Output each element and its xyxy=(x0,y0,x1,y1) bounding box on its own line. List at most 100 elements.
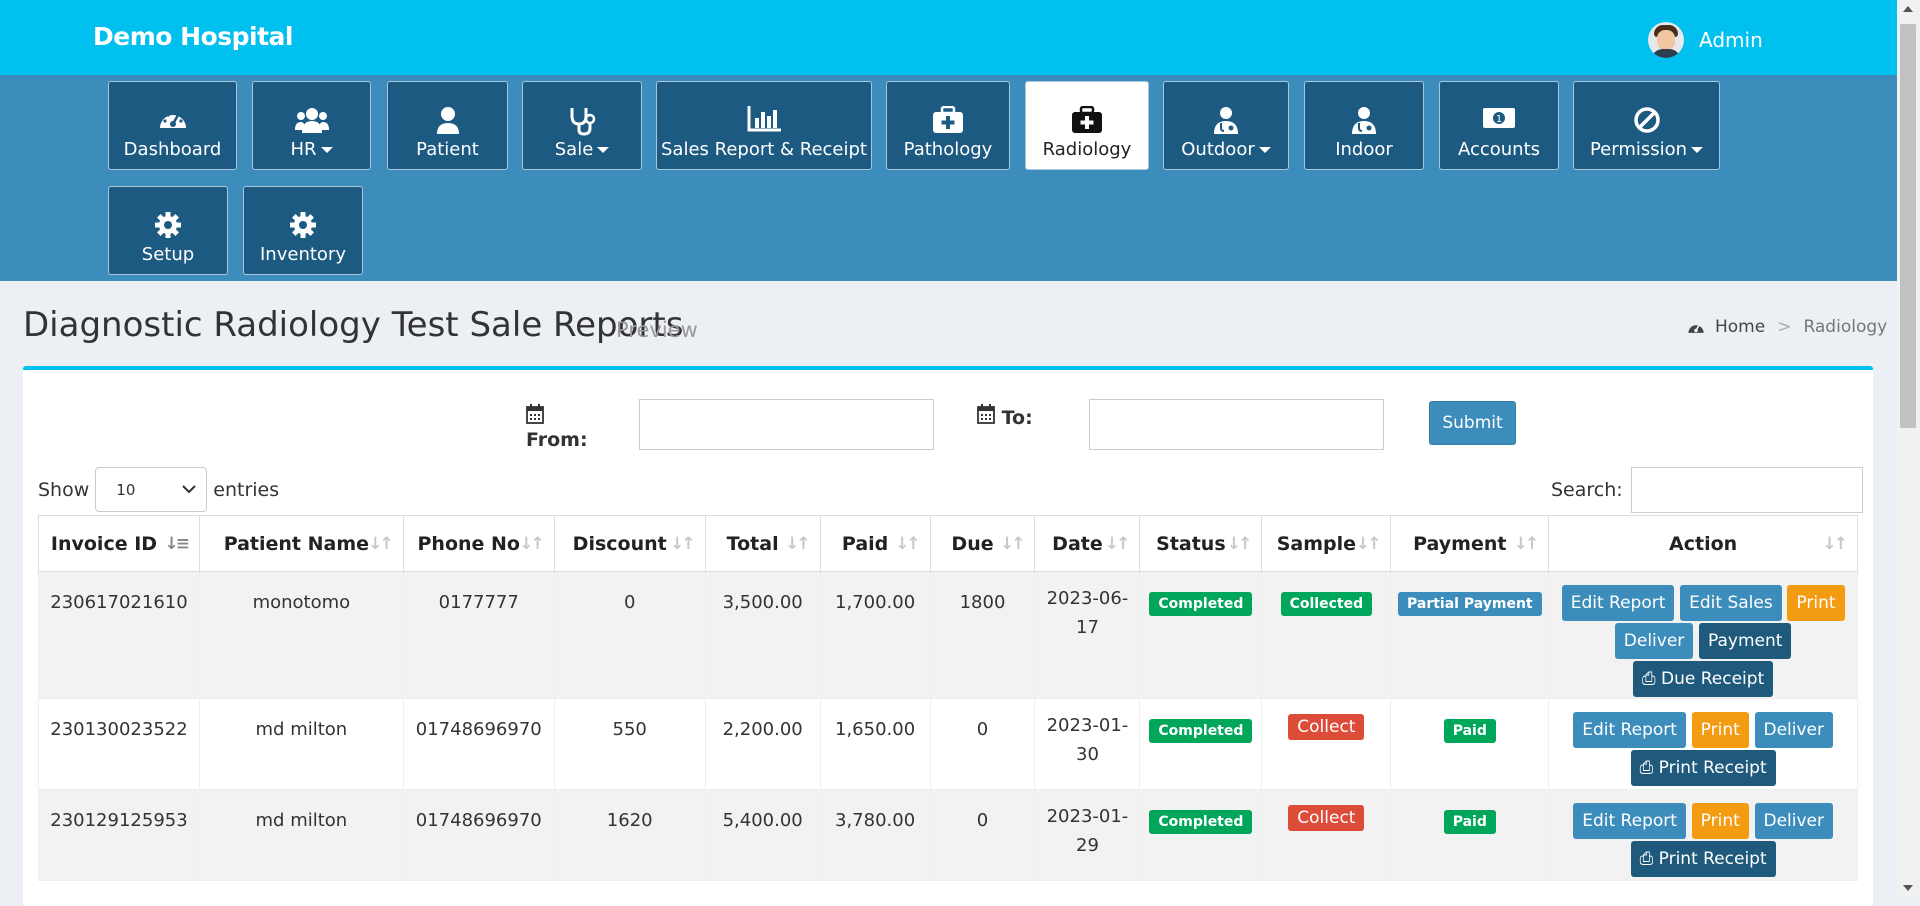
top-header: Demo Hospital Admin xyxy=(0,0,1897,75)
nav-indoor[interactable]: Indoor xyxy=(1304,81,1424,170)
nav-sales-report[interactable]: Sales Report & Receipt xyxy=(656,81,872,170)
col-date[interactable]: Date ↓↑ xyxy=(1034,515,1141,572)
nav-setup[interactable]: Setup xyxy=(108,186,228,275)
edit-sales-button[interactable]: Edit Sales xyxy=(1680,585,1782,621)
gear-icon xyxy=(109,211,227,239)
brand-logo[interactable]: Demo Hospital xyxy=(93,22,293,51)
chevron-down-icon xyxy=(320,147,333,153)
payment-badge: Partial Payment xyxy=(1397,592,1542,616)
scrollbar-thumb[interactable] xyxy=(1900,24,1916,428)
nav-permission[interactable]: Permission xyxy=(1573,81,1720,170)
main-nav: Dashboard HR Patient Sale Sales Report &… xyxy=(0,75,1897,281)
print-icon: ⎙ xyxy=(1642,669,1662,689)
nav-dashboard[interactable]: Dashboard xyxy=(108,81,237,170)
sort-icon: ↓↑ xyxy=(1822,534,1848,554)
col-total[interactable]: Total ↓↑ xyxy=(704,515,821,572)
nav-sale[interactable]: Sale xyxy=(522,81,642,170)
medkit-icon xyxy=(1026,106,1148,134)
to-label: To: xyxy=(977,404,1033,429)
sort-icon: ↓↑ xyxy=(785,534,810,554)
table-header-row: Invoice ID ↓≡ Patient Name ↓↑ Phone No ↓↑ D… xyxy=(38,515,1858,572)
print-button[interactable]: Print xyxy=(1691,712,1749,748)
to-date-input[interactable] xyxy=(1089,399,1384,450)
sort-icon: ↓↑ xyxy=(999,534,1025,554)
deliver-button[interactable]: Deliver xyxy=(1614,623,1694,659)
doctor-icon xyxy=(1164,106,1288,134)
print-receipt-button[interactable]: ⎙ Print Receipt xyxy=(1630,841,1776,877)
dashboard-icon xyxy=(1688,324,1704,333)
print-button[interactable]: Print xyxy=(1787,585,1845,621)
entries-control: Show 10 entries xyxy=(38,467,279,512)
col-payment[interactable]: Payment ↓↑ xyxy=(1390,515,1550,572)
scroll-up-icon[interactable] xyxy=(1903,6,1913,12)
col-due[interactable]: Due ↓↑ xyxy=(929,515,1036,572)
nav-inventory[interactable]: Inventory xyxy=(243,186,363,275)
nav-accounts[interactable]: 1 Accounts xyxy=(1439,81,1559,170)
sort-icon: ↓↑ xyxy=(895,534,920,554)
content-area: Diagnostic Radiology Test Sale Reports P… xyxy=(0,281,1897,906)
deliver-button[interactable]: Deliver xyxy=(1754,712,1834,748)
sort-icon: ↓↑ xyxy=(519,534,544,554)
sort-icon: ↓↑ xyxy=(1226,534,1252,554)
from-date-input[interactable] xyxy=(639,399,934,450)
sort-icon: ↓↑ xyxy=(1355,534,1381,554)
nav-outdoor[interactable]: Outdoor xyxy=(1163,81,1289,170)
col-discount[interactable]: Discount ↓↑ xyxy=(553,515,706,572)
sort-asc-icon: ↓≡ xyxy=(164,534,189,554)
payment-badge: Paid xyxy=(1443,810,1496,834)
sort-icon: ↓↑ xyxy=(1104,534,1130,554)
deliver-button[interactable]: Deliver xyxy=(1754,803,1834,839)
table-row: 230129125953 md milton 01748696970 1620 … xyxy=(38,789,1858,881)
svg-text:1: 1 xyxy=(1496,114,1502,125)
nav-radiology[interactable]: Radiology xyxy=(1025,81,1149,170)
due-receipt-button[interactable]: ⎙ Due Receipt xyxy=(1633,661,1774,697)
collect-button[interactable]: Collect xyxy=(1288,714,1365,740)
col-action[interactable]: Action ↓↑ xyxy=(1548,515,1858,572)
edit-report-button[interactable]: Edit Report xyxy=(1573,803,1686,839)
search-input[interactable] xyxy=(1630,467,1863,513)
chevron-down-icon xyxy=(1258,147,1271,153)
from-label: From: xyxy=(526,404,588,451)
edit-report-button[interactable]: Edit Report xyxy=(1561,585,1675,621)
chevron-down-icon xyxy=(1691,147,1704,153)
payment-button[interactable]: Payment xyxy=(1699,623,1792,659)
calendar-icon xyxy=(526,404,544,424)
user-icon xyxy=(388,106,507,134)
col-paid[interactable]: Paid ↓↑ xyxy=(819,515,931,572)
print-button[interactable]: Print xyxy=(1691,803,1749,839)
nav-hr[interactable]: HR xyxy=(252,81,371,170)
sample-badge: Collected xyxy=(1280,592,1373,616)
sort-icon: ↓↑ xyxy=(670,534,695,554)
nav-patient[interactable]: Patient xyxy=(387,81,508,170)
table-row: 230130023522 md milton 01748696970 550 2… xyxy=(38,698,1858,790)
page-subtitle: Preview xyxy=(616,318,698,342)
user-menu[interactable]: Admin xyxy=(1648,22,1763,58)
breadcrumb-home[interactable]: Home xyxy=(1715,317,1765,337)
col-invoice-id[interactable]: Invoice ID ↓≡ xyxy=(38,515,200,572)
page-scrollbar[interactable] xyxy=(1897,0,1920,897)
nav-pathology[interactable]: Pathology xyxy=(886,81,1010,170)
sort-icon: ↓↑ xyxy=(368,534,393,554)
chevron-down-icon xyxy=(182,485,196,494)
calendar-icon xyxy=(977,404,995,424)
scroll-down-icon[interactable] xyxy=(1903,885,1913,891)
print-icon: ⎙ xyxy=(1639,849,1659,869)
entries-select[interactable]: 10 xyxy=(95,467,208,512)
edit-report-button[interactable]: Edit Report xyxy=(1573,712,1686,748)
status-badge: Completed xyxy=(1149,810,1253,834)
medkit-icon xyxy=(887,106,1009,134)
print-receipt-button[interactable]: ⎙ Print Receipt xyxy=(1630,750,1776,786)
submit-button[interactable]: Submit xyxy=(1429,401,1516,445)
user-name: Admin xyxy=(1699,28,1763,52)
collect-button[interactable]: Collect xyxy=(1288,805,1365,831)
col-sample[interactable]: Sample ↓↑ xyxy=(1261,515,1392,572)
col-patient-name[interactable]: Patient Name ↓↑ xyxy=(198,515,404,572)
col-status[interactable]: Status ↓↑ xyxy=(1139,515,1263,572)
table-row: 230617021610 monotomo 0177777 0 3,500.00… xyxy=(38,571,1858,699)
col-phone-no[interactable]: Phone No ↓↑ xyxy=(402,515,555,572)
report-table: Invoice ID ↓≡ Patient Name ↓↑ Phone No ↓↑ D… xyxy=(38,515,1858,881)
bar-chart-icon xyxy=(657,106,871,132)
report-box: From: To: Submit Show 10 entries Search:… xyxy=(23,366,1873,906)
chevron-down-icon xyxy=(597,147,610,153)
avatar xyxy=(1648,22,1684,58)
